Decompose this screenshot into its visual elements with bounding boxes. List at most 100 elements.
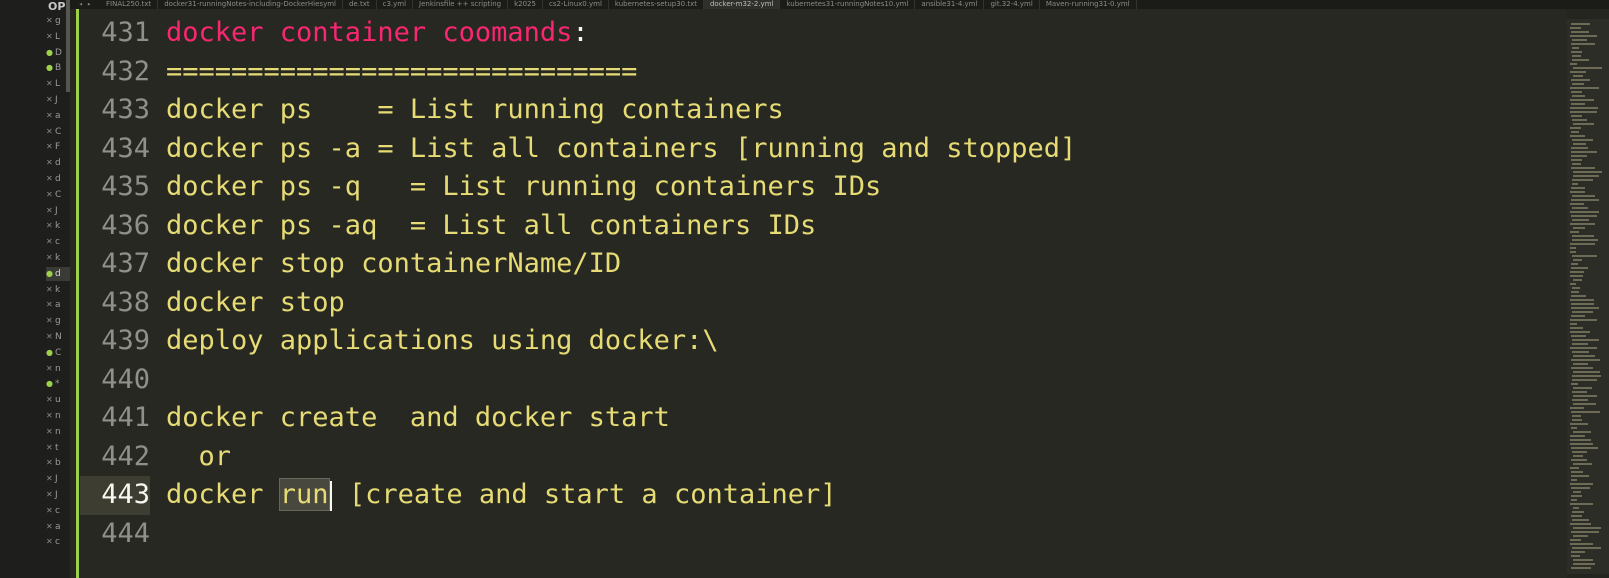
close-icon[interactable]: ✕ bbox=[46, 535, 55, 549]
sidebar-file-item[interactable]: ✕ u bbox=[46, 393, 70, 407]
sidebar-scrollbar[interactable] bbox=[66, 0, 70, 92]
sidebar-file-item[interactable]: ✕ b bbox=[46, 456, 70, 470]
sidebar-file-item[interactable]: ✕ N bbox=[46, 330, 70, 344]
minimap-line bbox=[1570, 223, 1595, 225]
close-icon[interactable]: ✕ bbox=[46, 488, 55, 502]
minimap-line bbox=[1573, 563, 1595, 565]
tab-item[interactable]: FINAL250.txt bbox=[100, 0, 159, 9]
minimap[interactable] bbox=[1567, 9, 1609, 578]
sidebar-file-item[interactable]: ✕ g bbox=[46, 314, 70, 328]
sidebar-file-item[interactable]: ● * bbox=[46, 377, 70, 391]
minimap-line bbox=[1573, 403, 1596, 405]
sidebar-file-item[interactable]: ✕ c bbox=[46, 235, 70, 249]
code-line: 444 bbox=[80, 515, 1567, 554]
close-icon[interactable]: ✕ bbox=[46, 156, 55, 170]
sidebar-file-item[interactable]: ✕ a bbox=[46, 520, 70, 534]
close-icon[interactable]: ✕ bbox=[46, 172, 55, 186]
close-icon[interactable]: ✕ bbox=[46, 140, 55, 154]
close-icon[interactable]: ✕ bbox=[46, 393, 55, 407]
sidebar-file-label: L bbox=[55, 31, 61, 42]
minimap-line bbox=[1571, 459, 1587, 461]
unsaved-dot-icon[interactable]: ● bbox=[46, 267, 55, 281]
minimap-line bbox=[1570, 271, 1584, 273]
close-icon[interactable]: ✕ bbox=[46, 330, 55, 344]
close-icon[interactable]: ✕ bbox=[46, 298, 55, 312]
unsaved-dot-icon[interactable]: ● bbox=[46, 61, 55, 75]
close-icon[interactable]: ✕ bbox=[46, 77, 55, 91]
minimap-line bbox=[1571, 315, 1585, 317]
close-icon[interactable]: ✕ bbox=[46, 14, 55, 28]
minimap-line bbox=[1570, 87, 1599, 89]
sidebar-file-item[interactable]: ✕ n bbox=[46, 409, 70, 423]
sidebar-file-item[interactable]: ✕ C bbox=[46, 125, 70, 139]
tab-item[interactable]: kubernetes-setup30.txt bbox=[609, 0, 704, 9]
close-icon[interactable]: ✕ bbox=[46, 362, 55, 376]
close-icon[interactable]: ✕ bbox=[46, 441, 55, 455]
tab-item[interactable]: docker-m32-2.yml bbox=[703, 0, 781, 9]
tab-item[interactable]: ansible31-4.yml bbox=[915, 0, 985, 9]
tab-item[interactable]: Maven-running31-0.yml bbox=[1040, 0, 1137, 9]
minimap-line bbox=[1572, 343, 1588, 345]
sidebar-file-item[interactable]: ✕ a bbox=[46, 298, 70, 312]
sidebar-file-item[interactable]: ✕ a bbox=[46, 109, 70, 123]
tab-item[interactable]: de.txt bbox=[343, 0, 377, 9]
tab-item[interactable]: docker31-runningNotes-including-DockerHi… bbox=[158, 0, 343, 9]
sidebar-file-item[interactable]: ✕ k bbox=[46, 283, 70, 297]
sidebar-file-label: n bbox=[55, 426, 61, 437]
sidebar-file-item[interactable]: ✕ C bbox=[46, 188, 70, 202]
unsaved-dot-icon[interactable]: ● bbox=[46, 346, 55, 360]
sidebar-file-item[interactable]: ✕ J bbox=[46, 93, 70, 107]
tab-scroll-arrows-icon[interactable]: ◂ ▸ bbox=[70, 0, 100, 9]
sidebar-file-item[interactable]: ● C bbox=[46, 346, 70, 360]
sidebar-file-item[interactable]: ✕ J bbox=[46, 204, 70, 218]
sidebar-file-item[interactable]: ✕ J bbox=[46, 488, 70, 502]
close-icon[interactable]: ✕ bbox=[46, 409, 55, 423]
minimap-line bbox=[1571, 43, 1595, 45]
current-code-line: 443 docker run [create and start a conta… bbox=[80, 476, 1567, 515]
sidebar-file-item[interactable]: ● d bbox=[46, 266, 70, 281]
tab-item[interactable]: git.32-4.yml bbox=[984, 0, 1040, 9]
unsaved-dot-icon[interactable]: ● bbox=[46, 377, 55, 391]
sidebar-file-item[interactable]: ✕ k bbox=[46, 251, 70, 265]
close-icon[interactable]: ✕ bbox=[46, 425, 55, 439]
close-icon[interactable]: ✕ bbox=[46, 109, 55, 123]
minimap-line bbox=[1571, 551, 1585, 553]
sidebar-file-item[interactable]: ✕ t bbox=[46, 441, 70, 455]
sidebar-file-item[interactable]: ✕ c bbox=[46, 504, 70, 518]
tab-item[interactable]: c3.yml bbox=[377, 0, 414, 9]
close-icon[interactable]: ✕ bbox=[46, 30, 55, 44]
code-editor[interactable]: 431 docker container coomands: 432 ======… bbox=[80, 14, 1567, 578]
close-icon[interactable]: ✕ bbox=[46, 283, 55, 297]
close-icon[interactable]: ✕ bbox=[46, 204, 55, 218]
close-icon[interactable]: ✕ bbox=[46, 314, 55, 328]
minimap-line bbox=[1572, 219, 1589, 221]
sidebar-file-item[interactable]: ✕ d bbox=[46, 172, 70, 186]
close-icon[interactable]: ✕ bbox=[46, 93, 55, 107]
sidebar-file-item[interactable]: ✕ d bbox=[46, 156, 70, 170]
minimap-line bbox=[1570, 211, 1599, 213]
close-icon[interactable]: ✕ bbox=[46, 504, 55, 518]
close-icon[interactable]: ✕ bbox=[46, 251, 55, 265]
minimap-line bbox=[1573, 527, 1601, 529]
sidebar-file-item[interactable]: ✕ k bbox=[46, 219, 70, 233]
sidebar-file-item[interactable]: ✕ n bbox=[46, 362, 70, 376]
close-icon[interactable]: ✕ bbox=[46, 235, 55, 249]
sidebar-file-item[interactable]: ✕ J bbox=[46, 472, 70, 486]
tab-item[interactable]: k2025 bbox=[508, 0, 543, 9]
sidebar-file-item[interactable]: ✕ F bbox=[46, 140, 70, 154]
unsaved-dot-icon[interactable]: ● bbox=[46, 46, 55, 60]
tab-item[interactable]: Jenkinsfile ++ scripting bbox=[413, 0, 509, 9]
code-line: 439 deploy applications using docker:\ bbox=[80, 322, 1567, 361]
tab-item[interactable]: kubernetes31-runningNotes10.yml bbox=[780, 0, 916, 9]
sidebar-file-label: C bbox=[55, 189, 62, 200]
close-icon[interactable]: ✕ bbox=[46, 472, 55, 486]
sidebar-file-item[interactable]: ✕ n bbox=[46, 425, 70, 439]
close-icon[interactable]: ✕ bbox=[46, 219, 55, 233]
tab-item[interactable]: cs2-Linux0.yml bbox=[543, 0, 609, 9]
close-icon[interactable]: ✕ bbox=[46, 125, 55, 139]
close-icon[interactable]: ✕ bbox=[46, 520, 55, 534]
open-files-sidebar: OP ✕ g ✕ L ● D ● B ✕ L ✕ J ✕ a ✕ C ✕ F ✕ d ✕ d ✕ C ✕ J ✕ k ✕ c ✕ k ● d ✕ k ✕… bbox=[0, 0, 70, 578]
close-icon[interactable]: ✕ bbox=[46, 188, 55, 202]
close-icon[interactable]: ✕ bbox=[46, 456, 55, 470]
sidebar-file-item[interactable]: ✕ c bbox=[46, 535, 70, 549]
